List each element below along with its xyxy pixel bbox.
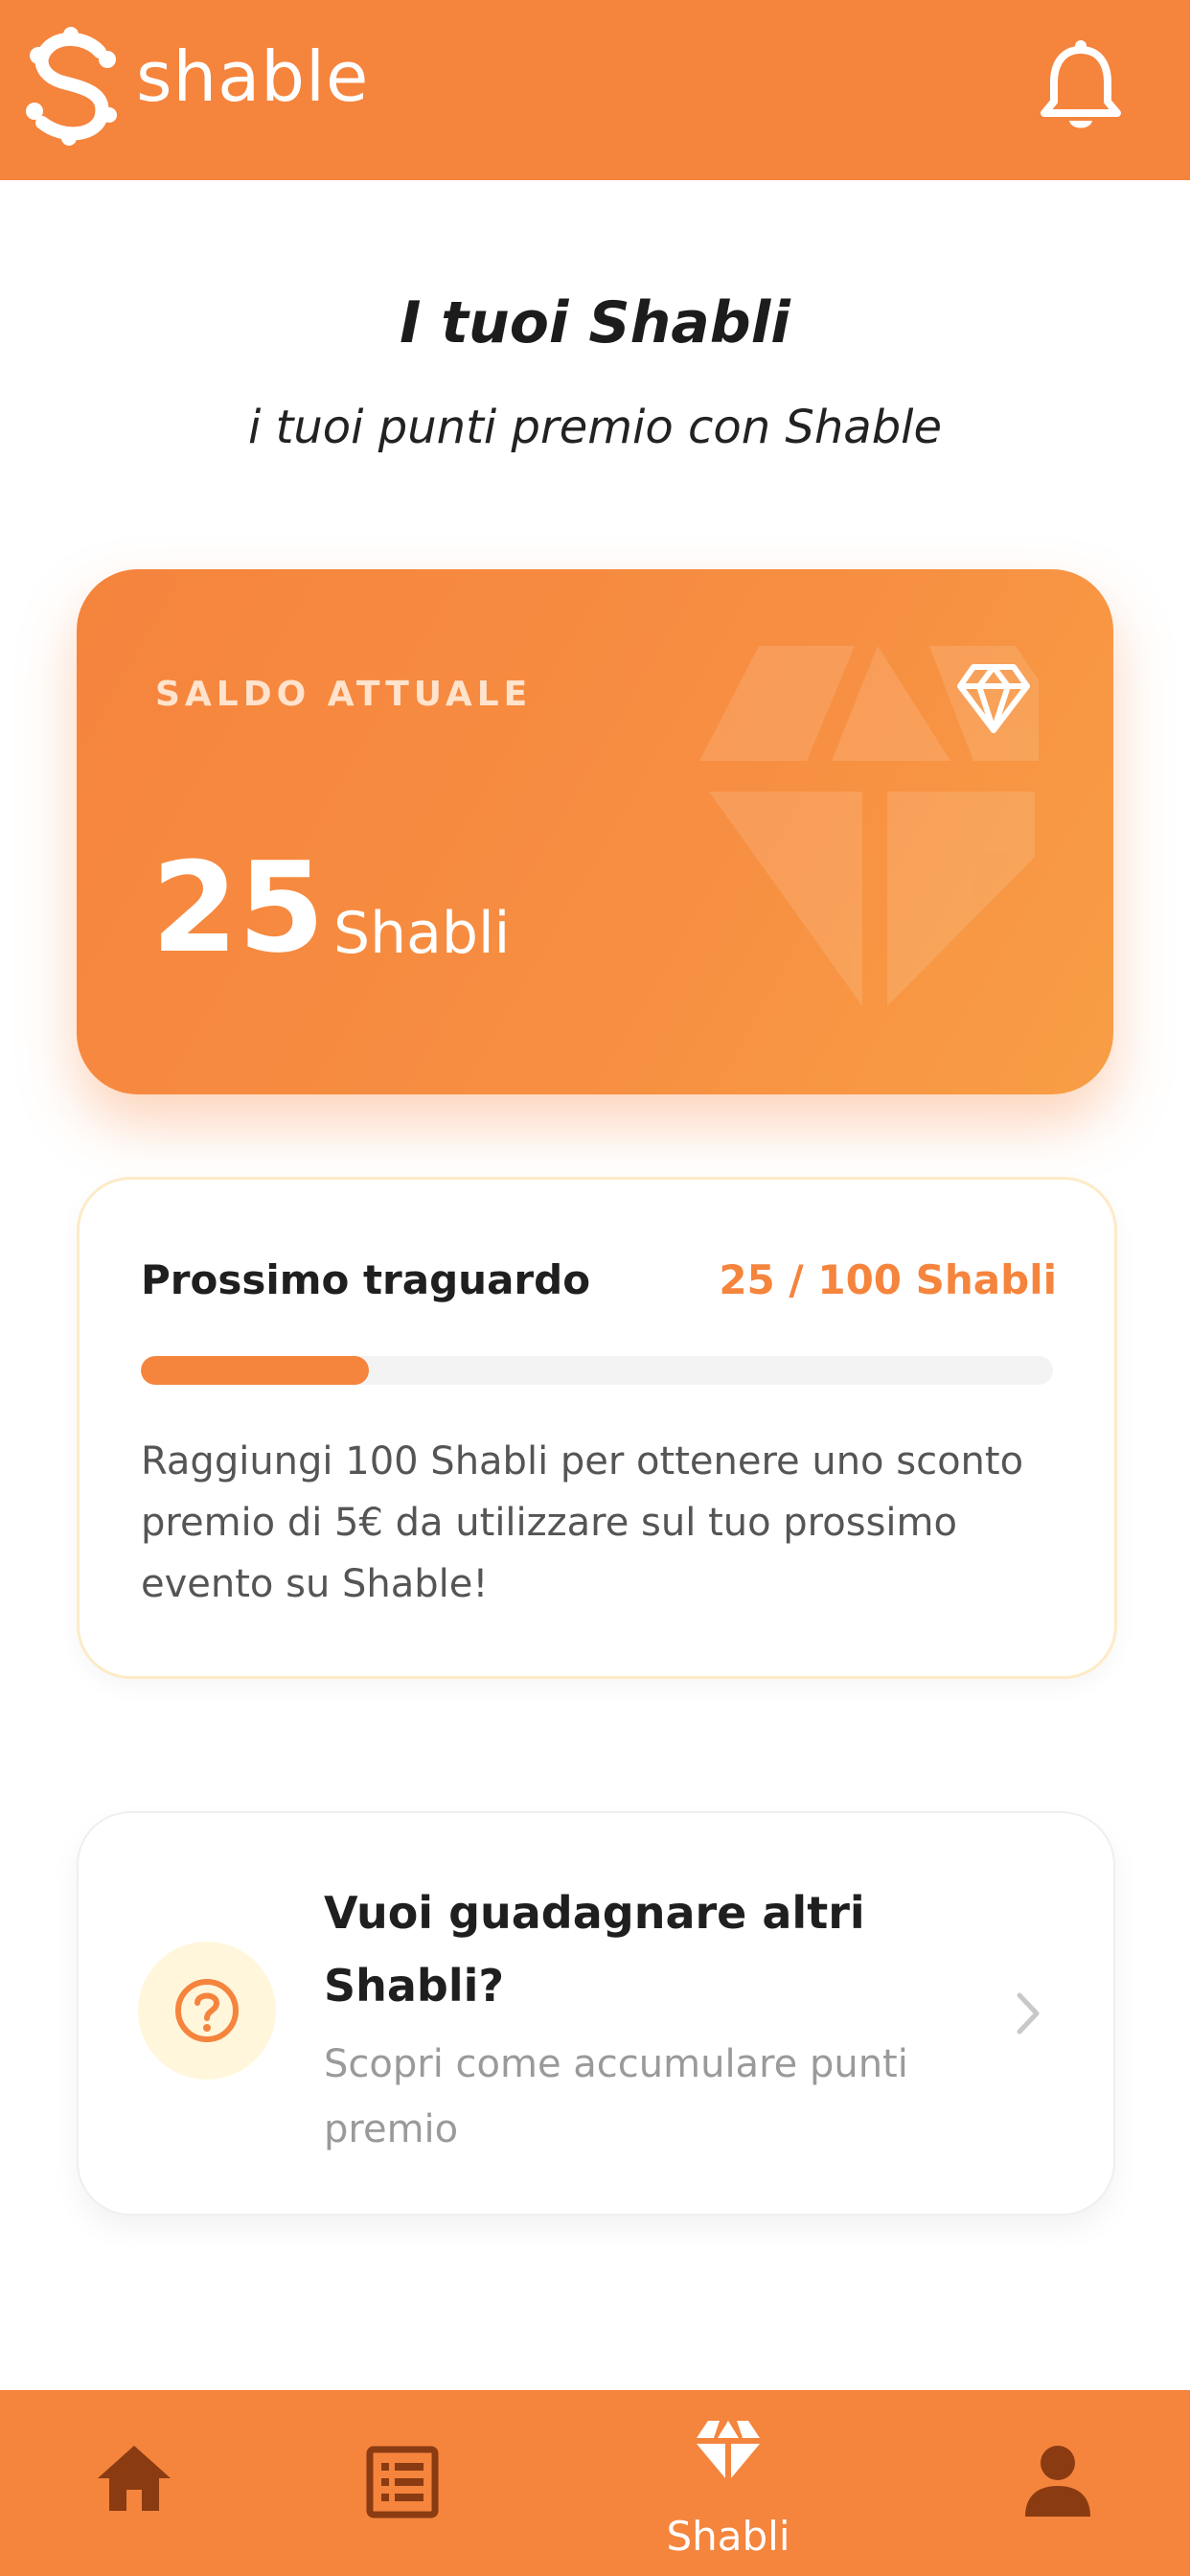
nav-shabli-label: Shabli [666,2513,790,2560]
progress-bar [141,1356,1053,1385]
earn-more-title: Vuoi guadagnare altri Shabli? [324,1887,865,2012]
nav-list[interactable] [364,2390,441,2576]
milestone-card: Prossimo traguardo 25 / 100 Shabli Raggi… [77,1177,1117,1679]
profile-icon [1025,2446,1090,2517]
diamond-icon [697,2421,760,2478]
app-name: shable [136,36,370,117]
balance-label: SALDO ATTUALE [155,675,533,714]
earn-more-subtitle: Scopri come accumulare punti premio [324,2042,908,2151]
question-icon-badge [138,1942,276,2080]
shable-logo-icon [26,27,117,146]
nav-shabli[interactable]: Shabli [632,2390,824,2576]
question-icon [175,1979,239,2042]
balance-unit: Shabli [333,900,511,967]
bottom-navigation: Shabli [0,2390,1190,2576]
home-icon [98,2446,171,2511]
milestone-title: Prossimo traguardo [141,1256,591,1303]
diamond-icon [957,664,1030,733]
milestone-description: Raggiungi 100 Shabli per ottenere uno sc… [141,1439,1024,1606]
list-icon [366,2446,439,2518]
page-subtitle: i tuoi punti premio con Shable [247,401,943,454]
chevron-right-icon[interactable] [1014,1990,1042,2037]
milestone-count: 25 / 100 Shabli [719,1256,1057,1303]
nav-home[interactable] [96,2390,172,2576]
balance-card: SALDO ATTUALE 25 Shabli [77,569,1113,1094]
balance-value: 25 [151,835,325,980]
app-header: shable [0,0,1190,180]
nav-profile[interactable] [1018,2390,1098,2576]
bell-icon[interactable] [1041,38,1121,132]
earn-more-card[interactable]: Vuoi guadagnare altri Shabli? Scopri com… [77,1811,1115,2216]
progress-bar-fill [141,1356,369,1385]
page-title: I tuoi Shabli [400,289,790,356]
